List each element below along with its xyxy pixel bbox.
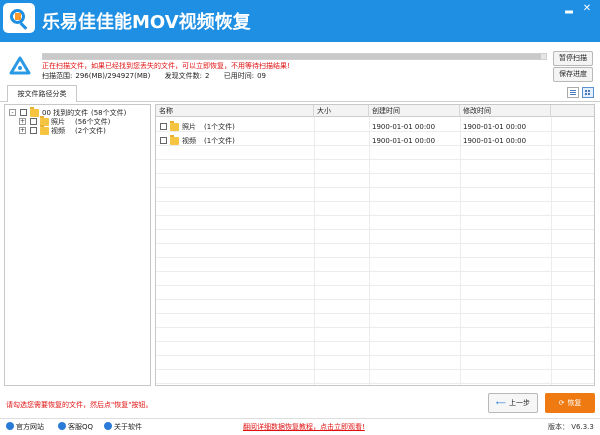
grid-line xyxy=(156,159,594,160)
hint-text: 请勾选您需要恢复的文件，然后点"恢复"按钮。 xyxy=(6,401,153,409)
app-logo-icon xyxy=(3,3,35,33)
grid-line xyxy=(156,229,594,230)
folder-icon xyxy=(30,107,39,117)
grid-line xyxy=(156,243,594,244)
elapsed-time-value: 09 xyxy=(257,72,266,80)
restore-icon: ⟳ xyxy=(558,399,565,407)
tree-expander[interactable]: + xyxy=(19,118,26,125)
tree-checkbox[interactable] xyxy=(30,118,37,125)
scan-stats: 扫描范围: 296(MB)/294927(MB) 发现文件数: 2 已用时间: 09 xyxy=(42,71,269,81)
file-modified: 1900-01-01 00:00 xyxy=(463,137,527,145)
scan-range-value: 296(MB)/294927(MB) xyxy=(75,72,151,80)
file-note: (1个文件) xyxy=(204,123,235,131)
folder-icon xyxy=(40,125,49,135)
scan-progress-bar xyxy=(42,53,547,60)
close-icon[interactable]: ✕ xyxy=(580,3,594,15)
grid-line xyxy=(156,257,594,258)
footer-link-label: 官方网站 xyxy=(16,423,44,431)
tree-node-count: (2个文件) xyxy=(75,127,106,135)
previous-step-label: 上一步 xyxy=(509,399,531,407)
grid-line xyxy=(156,173,594,174)
column-created[interactable]: 创建时间 xyxy=(369,105,460,117)
file-row[interactable]: 照片 (1个文件) 1900-01-01 00:00 1900-01-01 00… xyxy=(156,120,594,134)
file-note: (1个文件) xyxy=(204,137,235,145)
grid-line xyxy=(156,187,594,188)
restore-label: 恢复 xyxy=(567,399,582,407)
qq-icon xyxy=(58,422,66,430)
tree-expander[interactable]: + xyxy=(19,127,26,134)
save-progress-button[interactable]: 保存进度 xyxy=(553,67,593,82)
back-arrow-icon: ⟵ xyxy=(495,399,507,407)
pause-scan-button[interactable]: 暂停扫描 xyxy=(553,51,593,66)
grid-line xyxy=(156,355,594,356)
grid-line xyxy=(156,271,594,272)
file-row[interactable]: 视频 (1个文件) 1900-01-01 00:00 1900-01-01 00… xyxy=(156,134,594,148)
grid-view-icon[interactable] xyxy=(582,87,594,98)
grid-line xyxy=(156,299,594,300)
scan-range-label: 扫描范围: xyxy=(42,72,73,80)
minimize-icon[interactable]: ▂ xyxy=(562,3,576,15)
column-modified[interactable]: 修改时间 xyxy=(460,105,551,117)
tree-checkbox[interactable] xyxy=(20,109,27,116)
footer-link-qq[interactable]: 客服QQ xyxy=(58,422,93,431)
file-created: 1900-01-01 00:00 xyxy=(372,123,436,131)
info-icon xyxy=(104,422,112,430)
found-count-value: 2 xyxy=(205,72,210,80)
grid-line xyxy=(156,383,594,384)
app-title: 乐易佳佳能MOV视频恢复 xyxy=(42,12,251,33)
tab-bar xyxy=(0,84,600,102)
home-icon xyxy=(6,422,14,430)
scan-refresh-icon xyxy=(9,56,31,75)
grid-line xyxy=(156,327,594,328)
folder-icon xyxy=(170,135,179,145)
file-created: 1900-01-01 00:00 xyxy=(372,137,436,145)
restore-button[interactable]: ⟳ 恢复 xyxy=(545,393,595,413)
grid-line xyxy=(156,215,594,216)
grid-line xyxy=(156,313,594,314)
version-label: 版本： V6.3.3 xyxy=(548,423,594,431)
found-count-label: 发现文件数: xyxy=(164,72,203,80)
grid-line xyxy=(156,341,594,342)
elapsed-time-label: 已用时间: xyxy=(223,72,255,80)
column-name[interactable]: 名称 xyxy=(156,105,314,117)
file-checkbox[interactable] xyxy=(160,137,167,144)
tab-by-path[interactable]: 按文件路径分类 xyxy=(7,85,77,102)
footer-link-label: 客服QQ xyxy=(68,423,94,431)
file-list-header: 名称 大小 创建时间 修改时间 xyxy=(156,105,594,117)
file-name: 照片 xyxy=(182,123,196,131)
folder-icon xyxy=(170,121,179,131)
tree-node-label: 视频 xyxy=(51,127,65,135)
tree-node-videos[interactable]: + 视频 (2个文件) xyxy=(19,125,149,136)
grid-line xyxy=(156,201,594,202)
file-modified: 1900-01-01 00:00 xyxy=(463,123,527,131)
file-name: 视频 xyxy=(182,137,196,145)
footer-link-label: 关于软件 xyxy=(114,423,142,431)
column-size[interactable]: 大小 xyxy=(314,105,369,117)
folder-tree-panel: - 00 找到的文件 (58个文件) + 照片 (56个文件) + 视频 (2个… xyxy=(4,104,151,386)
list-view-icon[interactable] xyxy=(567,87,579,98)
grid-line xyxy=(156,369,594,370)
footer-link-about[interactable]: 关于软件 xyxy=(104,422,142,431)
footer-link-website[interactable]: 官方网站 xyxy=(6,422,44,431)
file-list-panel: 名称 大小 创建时间 修改时间 照片 (1个文件) 1900-01-01 00:… xyxy=(155,104,595,386)
tree-expander[interactable]: - xyxy=(9,109,16,116)
file-checkbox[interactable] xyxy=(160,123,167,130)
grid-line xyxy=(156,285,594,286)
scan-message: 正在扫描文件，如果已经找到您丢失的文件，可以立即恢复，不用等待扫描结果! xyxy=(42,62,290,70)
tutorial-link[interactable]: 翻阅详细数据恢复教程，点击立即观看! xyxy=(243,422,365,432)
tree-checkbox[interactable] xyxy=(30,127,37,134)
previous-step-button[interactable]: ⟵ 上一步 xyxy=(488,393,538,413)
